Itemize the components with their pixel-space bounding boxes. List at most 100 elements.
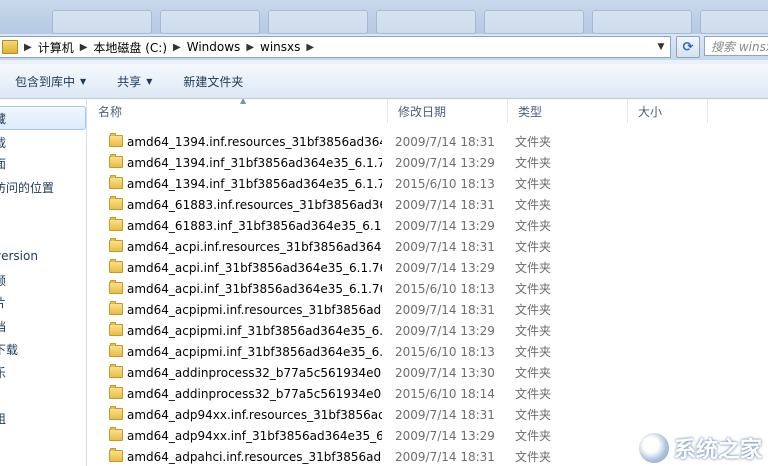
address-bar[interactable]: ▶ 计算机 ▶ 本地磁盘 (C:) ▶ Windows ▶ winsxs ▶ ▼ (0, 36, 671, 58)
folder-icon (109, 133, 123, 147)
nav-item-pictures[interactable]: 片 (0, 294, 6, 311)
table-row[interactable]: amd64_acpipmi.inf.resources_31bf3856ad..… (88, 299, 768, 320)
table-row[interactable]: amd64_acpipmi.inf_31bf3856ad364e35_6....… (88, 320, 768, 341)
table-row[interactable]: amd64_acpi.inf.resources_31bf3856ad364..… (88, 236, 768, 257)
file-type: 文件夹 (515, 261, 552, 275)
nav-item-version[interactable]: version (0, 249, 38, 263)
nav-item-downloads-2[interactable]: 下载 (0, 341, 18, 358)
share-label: 共享 (117, 74, 142, 89)
file-name: amd64_adp94xx.inf_31bf3856ad364e35_6.... (127, 428, 382, 443)
table-row[interactable]: amd64_61883.inf.resources_31bf3856ad36..… (88, 194, 768, 215)
watermark-logo-icon (637, 432, 670, 464)
file-modified-date: 2009/7/14 13:29 (395, 218, 495, 233)
file-type: 文件夹 (515, 177, 552, 191)
nav-item-music[interactable]: 乐 (0, 364, 6, 381)
column-header-size[interactable]: 大小 (628, 99, 708, 123)
new-folder-label: 新建文件夹 (183, 74, 244, 89)
chevron-right-icon[interactable]: ▶ (240, 42, 260, 53)
file-type: 文件夹 (515, 387, 552, 401)
folder-icon (2, 40, 18, 54)
file-name: amd64_1394.inf_31bf3856ad364e35_6.1.76..… (127, 176, 382, 191)
taskbar-button[interactable] (52, 10, 152, 34)
nav-item-recent-places[interactable]: 访问的位置 (0, 179, 54, 196)
navigation-pane: 藏 载 面 访问的位置 version 频 片 档 下载 乐 组 (0, 99, 87, 466)
breadcrumb-local-disk[interactable]: 本地磁盘 (C:) (93, 39, 167, 56)
file-modified-date: 2009/7/14 18:31 (395, 134, 495, 149)
file-modified-date: 2009/7/14 13:29 (395, 155, 495, 170)
folder-icon (109, 175, 123, 189)
folder-icon (109, 322, 123, 336)
taskbar-button[interactable] (160, 10, 260, 34)
nav-item-videos[interactable]: 频 (0, 272, 6, 289)
folder-icon (109, 301, 123, 315)
table-row[interactable]: amd64_acpi.inf_31bf3856ad364e35_6.1.76..… (88, 278, 768, 299)
taskbar-button[interactable] (592, 10, 692, 34)
breadcrumb-winsxs[interactable]: winsxs (260, 40, 300, 54)
column-header-type[interactable]: 类型 (508, 99, 628, 123)
nav-item-favorites[interactable]: 藏 (0, 110, 6, 127)
file-type: 文件夹 (515, 366, 552, 380)
nav-item-documents[interactable]: 档 (0, 318, 6, 335)
file-name: amd64_acpipmi.inf_31bf3856ad364e35_6.... (127, 323, 382, 338)
breadcrumb-windows[interactable]: Windows (187, 40, 241, 54)
taskbar-button[interactable] (700, 10, 768, 34)
file-name: amd64_61883.inf_31bf3856ad364e35_6.1.7..… (127, 218, 382, 233)
file-modified-date: 2009/7/14 13:29 (395, 260, 495, 275)
file-modified-date: 2009/7/14 13:30 (395, 365, 495, 380)
folder-icon (109, 259, 123, 273)
chevron-right-icon[interactable]: ▶ (18, 42, 38, 53)
chevron-right-icon[interactable]: ▶ (74, 42, 94, 53)
file-type: 文件夹 (515, 429, 552, 443)
file-name: amd64_acpipmi.inf.resources_31bf3856ad..… (127, 302, 382, 317)
chevron-right-icon[interactable]: ▶ (167, 42, 187, 53)
table-row[interactable]: amd64_acpi.inf_31bf3856ad364e35_6.1.76..… (88, 257, 768, 278)
nav-item-downloads[interactable]: 载 (0, 134, 6, 151)
command-bar: 包含到库中 ▼ 共享 ▼ 新建文件夹 (0, 64, 768, 99)
file-name: amd64_acpipmi.inf_31bf3856ad364e35_6.... (127, 344, 382, 359)
search-input[interactable]: 搜索 winsxs (704, 36, 768, 56)
chevron-right-icon[interactable]: ▶ (300, 42, 320, 53)
include-in-library-button[interactable]: 包含到库中 ▼ (15, 69, 86, 93)
file-type: 文件夹 (515, 156, 552, 170)
table-row[interactable]: amd64_addinprocess32_b77a5c561934e0... 20… (88, 383, 768, 404)
table-row[interactable]: amd64_61883.inf_31bf3856ad364e35_6.1.7..… (88, 215, 768, 236)
folder-icon (109, 238, 123, 252)
file-name: amd64_1394.inf_31bf3856ad364e35_6.1.76..… (127, 155, 382, 170)
taskbar-button[interactable] (484, 10, 584, 34)
column-header-name[interactable]: 名称 (88, 99, 388, 123)
file-modified-date: 2009/7/14 18:31 (395, 407, 495, 422)
watermark-text: 系统之家 (673, 438, 762, 463)
watermark: 系统之家 (637, 432, 762, 464)
file-type: 文件夹 (515, 198, 552, 212)
table-row[interactable]: amd64_1394.inf.resources_31bf3856ad364..… (88, 131, 768, 152)
nav-item-homegroup[interactable]: 组 (0, 410, 6, 427)
file-type: 文件夹 (515, 450, 552, 464)
table-row[interactable]: amd64_acpipmi.inf_31bf3856ad364e35_6....… (88, 341, 768, 362)
breadcrumb-computer[interactable]: 计算机 (38, 39, 74, 56)
nav-selection-highlight (0, 106, 86, 130)
file-name: amd64_acpi.inf_31bf3856ad364e35_6.1.76..… (127, 260, 382, 275)
table-row[interactable]: amd64_adp94xx.inf.resources_31bf3856ad..… (88, 404, 768, 425)
folder-icon (109, 343, 123, 357)
file-modified-date: 2015/6/10 18:14 (395, 386, 495, 401)
table-row[interactable]: amd64_addinprocess32_b77a5c561934e0... 20… (88, 362, 768, 383)
column-header-modified[interactable]: 修改日期 (388, 99, 508, 123)
folder-icon (109, 280, 123, 294)
table-row[interactable]: amd64_1394.inf_31bf3856ad364e35_6.1.76..… (88, 173, 768, 194)
file-type: 文件夹 (515, 135, 552, 149)
chevron-down-icon: ▼ (146, 76, 153, 86)
taskbar-strip (0, 0, 768, 34)
refresh-button[interactable]: ⟳ (676, 36, 700, 58)
chevron-down-icon[interactable]: ▼ (655, 40, 667, 54)
folder-icon (109, 406, 123, 420)
share-button[interactable]: 共享 ▼ (117, 69, 152, 93)
file-list: ▲ 名称 修改日期 类型 大小 amd64_1394.inf.resources… (88, 99, 768, 466)
file-name: amd64_addinprocess32_b77a5c561934e0... (127, 386, 382, 401)
folder-icon (109, 385, 123, 399)
taskbar-button[interactable] (268, 10, 368, 34)
new-folder-button[interactable]: 新建文件夹 (183, 69, 243, 93)
nav-item-desktop[interactable]: 面 (0, 155, 6, 172)
taskbar-button[interactable] (376, 10, 476, 34)
table-row[interactable]: amd64_1394.inf_31bf3856ad364e35_6.1.76..… (88, 152, 768, 173)
file-modified-date: 2015/6/10 18:13 (395, 344, 495, 359)
